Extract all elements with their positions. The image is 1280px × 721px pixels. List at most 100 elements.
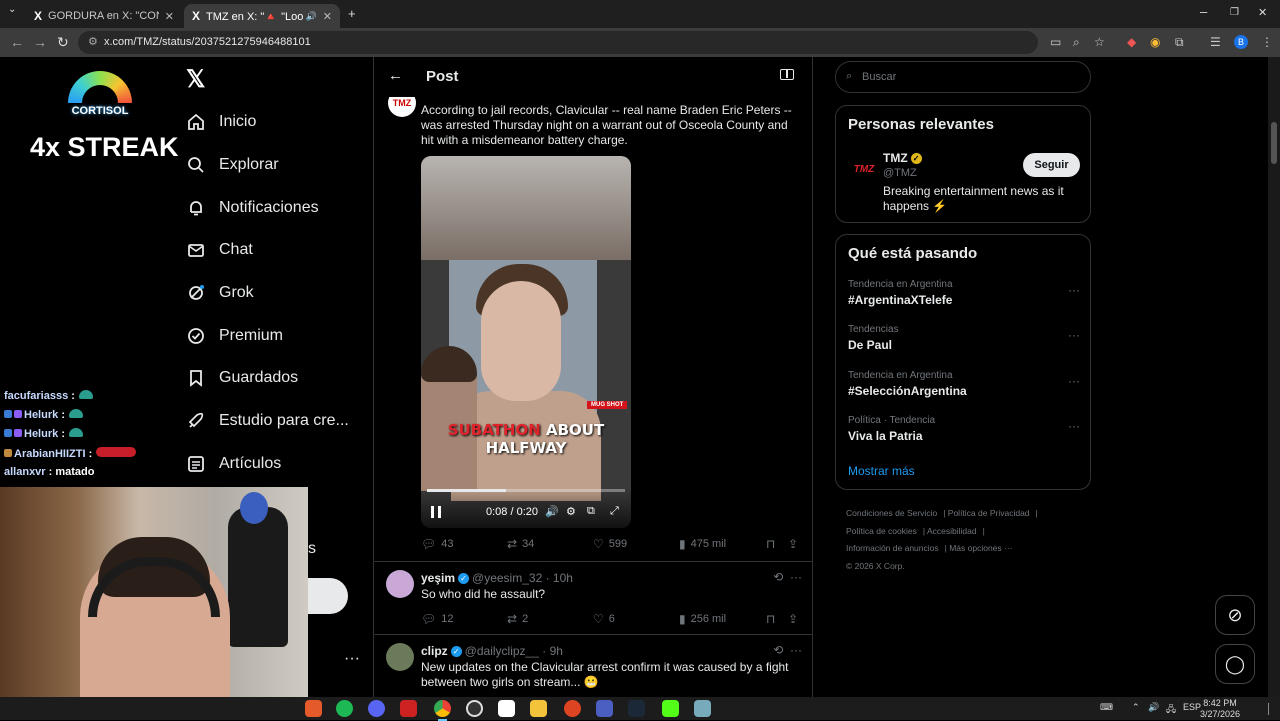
footer-link[interactable]: Accesibilidad	[927, 526, 977, 536]
fullscreen-icon[interactable]: ⤢	[610, 505, 619, 518]
show-more-link[interactable]: Mostrar más	[848, 464, 915, 478]
trend-more-icon[interactable]: ···	[1068, 328, 1080, 342]
voicemeeter-icon[interactable]	[400, 700, 417, 717]
x-logo-icon[interactable]: 𝕏	[186, 65, 205, 94]
grok-fab-icon[interactable]: ⊘	[1215, 595, 1255, 635]
sidebar-item-notificaciones[interactable]: Notificaciones	[186, 192, 319, 224]
sidebar-item-partial[interactable]: s	[308, 540, 316, 558]
language-indicator[interactable]: ESP	[1183, 702, 1201, 712]
reply-more-icon[interactable]: ⟲ ···	[773, 643, 802, 657]
tab-search-button[interactable]: ⌄	[8, 4, 16, 15]
trend-more-icon[interactable]: ···	[1068, 374, 1080, 388]
browser-menu-icon[interactable]: ⋮	[1261, 35, 1273, 49]
bookmark-button[interactable]: ⊓	[766, 612, 780, 626]
profile-avatar[interactable]: B	[1234, 35, 1248, 49]
reply-tweet[interactable]: yeşim ✓ @yeesim_32 · 10h ⟲ ··· So who did …	[374, 561, 812, 634]
footer-link[interactable]: Más opciones ···	[949, 543, 1012, 553]
app-icon[interactable]	[694, 700, 711, 717]
tray-chevron-icon[interactable]: ⌃	[1132, 702, 1140, 713]
trend-more-icon[interactable]: ···	[1068, 283, 1080, 297]
account-name[interactable]: TMZ ✓	[883, 151, 922, 165]
close-tab-icon[interactable]: ✕	[165, 10, 174, 23]
show-desktop[interactable]	[1268, 703, 1276, 715]
url-bar[interactable]: ⚙ x.com/TMZ/status/2037521275946488101	[78, 31, 1038, 54]
avatar[interactable]	[386, 643, 414, 671]
discord-icon[interactable]	[368, 700, 385, 717]
sidebar-item-grok[interactable]: Grok	[186, 277, 254, 309]
messages-fab-icon[interactable]: ◯	[1215, 644, 1255, 684]
tmz-avatar[interactable]: TMZ	[850, 156, 878, 184]
reload-icon[interactable]: ↻	[57, 34, 69, 51]
trend-item[interactable]: Tendencias De Paul ···	[848, 324, 1080, 352]
search-input[interactable]: ⌕ Buscar	[835, 61, 1091, 93]
extension-icon[interactable]: ◉	[1150, 35, 1160, 49]
views-button[interactable]: ▮ 256 mil	[679, 612, 726, 626]
sidebar-item-inicio[interactable]: Inicio	[186, 106, 256, 138]
settings-icon[interactable]: ⚙	[566, 505, 576, 518]
tab-gordura[interactable]: X GORDURA en X: "CONTESTEN E ✕	[26, 4, 182, 28]
reader-mode-icon[interactable]	[780, 69, 794, 80]
views-button[interactable]: ▮ 475 mil	[679, 537, 726, 551]
pip-icon[interactable]: ⧉	[587, 505, 595, 518]
pause-icon[interactable]	[431, 506, 441, 518]
post-button[interactable]	[308, 578, 348, 614]
footer-link[interactable]: Condiciones de Servicio	[846, 508, 937, 518]
trend-item[interactable]: Tendencia en Argentina #SelecciónArgentin…	[848, 370, 1080, 398]
close-tab-icon[interactable]: ✕	[323, 10, 332, 23]
footer-link[interactable]: Información de anuncios	[846, 543, 939, 553]
site-info-icon[interactable]: ⚙	[88, 35, 98, 48]
sidebar-item-explorar[interactable]: Explorar	[186, 149, 279, 181]
follow-button[interactable]: Seguir	[1023, 153, 1080, 177]
sidebar-item-chat[interactable]: Chat	[186, 234, 253, 266]
reply-button[interactable]: 💬︎ 43	[421, 537, 453, 551]
trend-item[interactable]: Política · Tendencia Viva la Patria ···	[848, 415, 1080, 443]
repost-button[interactable]: ⇄ 2	[507, 612, 528, 626]
zoom-icon[interactable]: ⌕	[1073, 35, 1080, 50]
app-icon[interactable]	[305, 700, 322, 717]
spotify-icon[interactable]	[336, 700, 353, 717]
app-icon[interactable]	[498, 700, 515, 717]
restore-icon[interactable]: ❐	[1230, 7, 1239, 18]
cast-icon[interactable]: ▭	[1050, 35, 1061, 49]
video-player[interactable]: MUG SHOT SUBATHON ABOUT HALFWAY 0:08 / 0…	[421, 156, 631, 528]
sidebar-item-articulos[interactable]: Artículos	[186, 448, 281, 480]
kick-icon[interactable]	[662, 700, 679, 717]
trend-item[interactable]: Tendencia en Argentina #ArgentinaXTelefe ·…	[848, 279, 1080, 307]
repost-button[interactable]: ⇄ 34	[507, 537, 534, 551]
forward-nav-icon[interactable]: →	[33, 34, 47, 50]
bookmark-star-icon[interactable]: ☆	[1094, 35, 1105, 49]
extensions-puzzle-icon[interactable]: ⧉	[1175, 35, 1184, 50]
extension-icon[interactable]: ◆	[1127, 35, 1136, 49]
reply-tweet[interactable]: clipz ✓ @dailyclipz__ · 9h ⟲ ··· New updat…	[374, 634, 812, 697]
tray-keyboard-icon[interactable]: ⌨	[1100, 702, 1113, 713]
opera-icon[interactable]	[564, 700, 581, 717]
bookmark-button[interactable]: ⊓	[766, 537, 780, 551]
footer-link[interactable]: Política de Privacidad	[948, 508, 1030, 518]
sidebar-item-estudio[interactable]: Estudio para cre...	[186, 405, 349, 437]
clock[interactable]: 8:42 PM 3/27/2026	[1200, 698, 1240, 720]
tray-network-icon[interactable]: 🖧	[1166, 702, 1176, 718]
steam-icon[interactable]	[628, 700, 645, 717]
back-arrow-icon[interactable]: ←	[388, 67, 403, 84]
volume-icon[interactable]: 🔊	[545, 505, 559, 518]
app-icon[interactable]	[596, 700, 613, 717]
like-button[interactable]: ♡ 599	[593, 537, 627, 551]
chrome-icon[interactable]	[434, 700, 451, 721]
back-nav-icon[interactable]: ←	[10, 34, 24, 50]
reading-list-icon[interactable]: ☰	[1210, 35, 1221, 49]
tab-tmz[interactable]: X TMZ en X: "🔺 "Looksmax 🔊 ✕	[184, 4, 340, 28]
trend-more-icon[interactable]: ···	[1068, 419, 1080, 433]
sidebar-item-guardados[interactable]: Guardados	[186, 362, 298, 394]
speaker-icon[interactable]: 🔊	[306, 11, 317, 22]
avatar[interactable]	[386, 570, 414, 598]
minimize-icon[interactable]: –	[1200, 4, 1207, 19]
share-button[interactable]: ⇪	[788, 612, 803, 626]
footer-link[interactable]: Política de cookies	[846, 526, 917, 536]
folder-icon[interactable]	[530, 700, 547, 717]
new-tab-button[interactable]: +	[348, 6, 356, 21]
obs-icon[interactable]	[466, 700, 483, 717]
like-button[interactable]: ♡ 6	[593, 612, 615, 626]
video-progress-bar[interactable]	[427, 489, 625, 492]
reply-more-icon[interactable]: ⟲ ···	[773, 570, 802, 584]
reply-button[interactable]: 💬︎ 12	[421, 612, 453, 626]
